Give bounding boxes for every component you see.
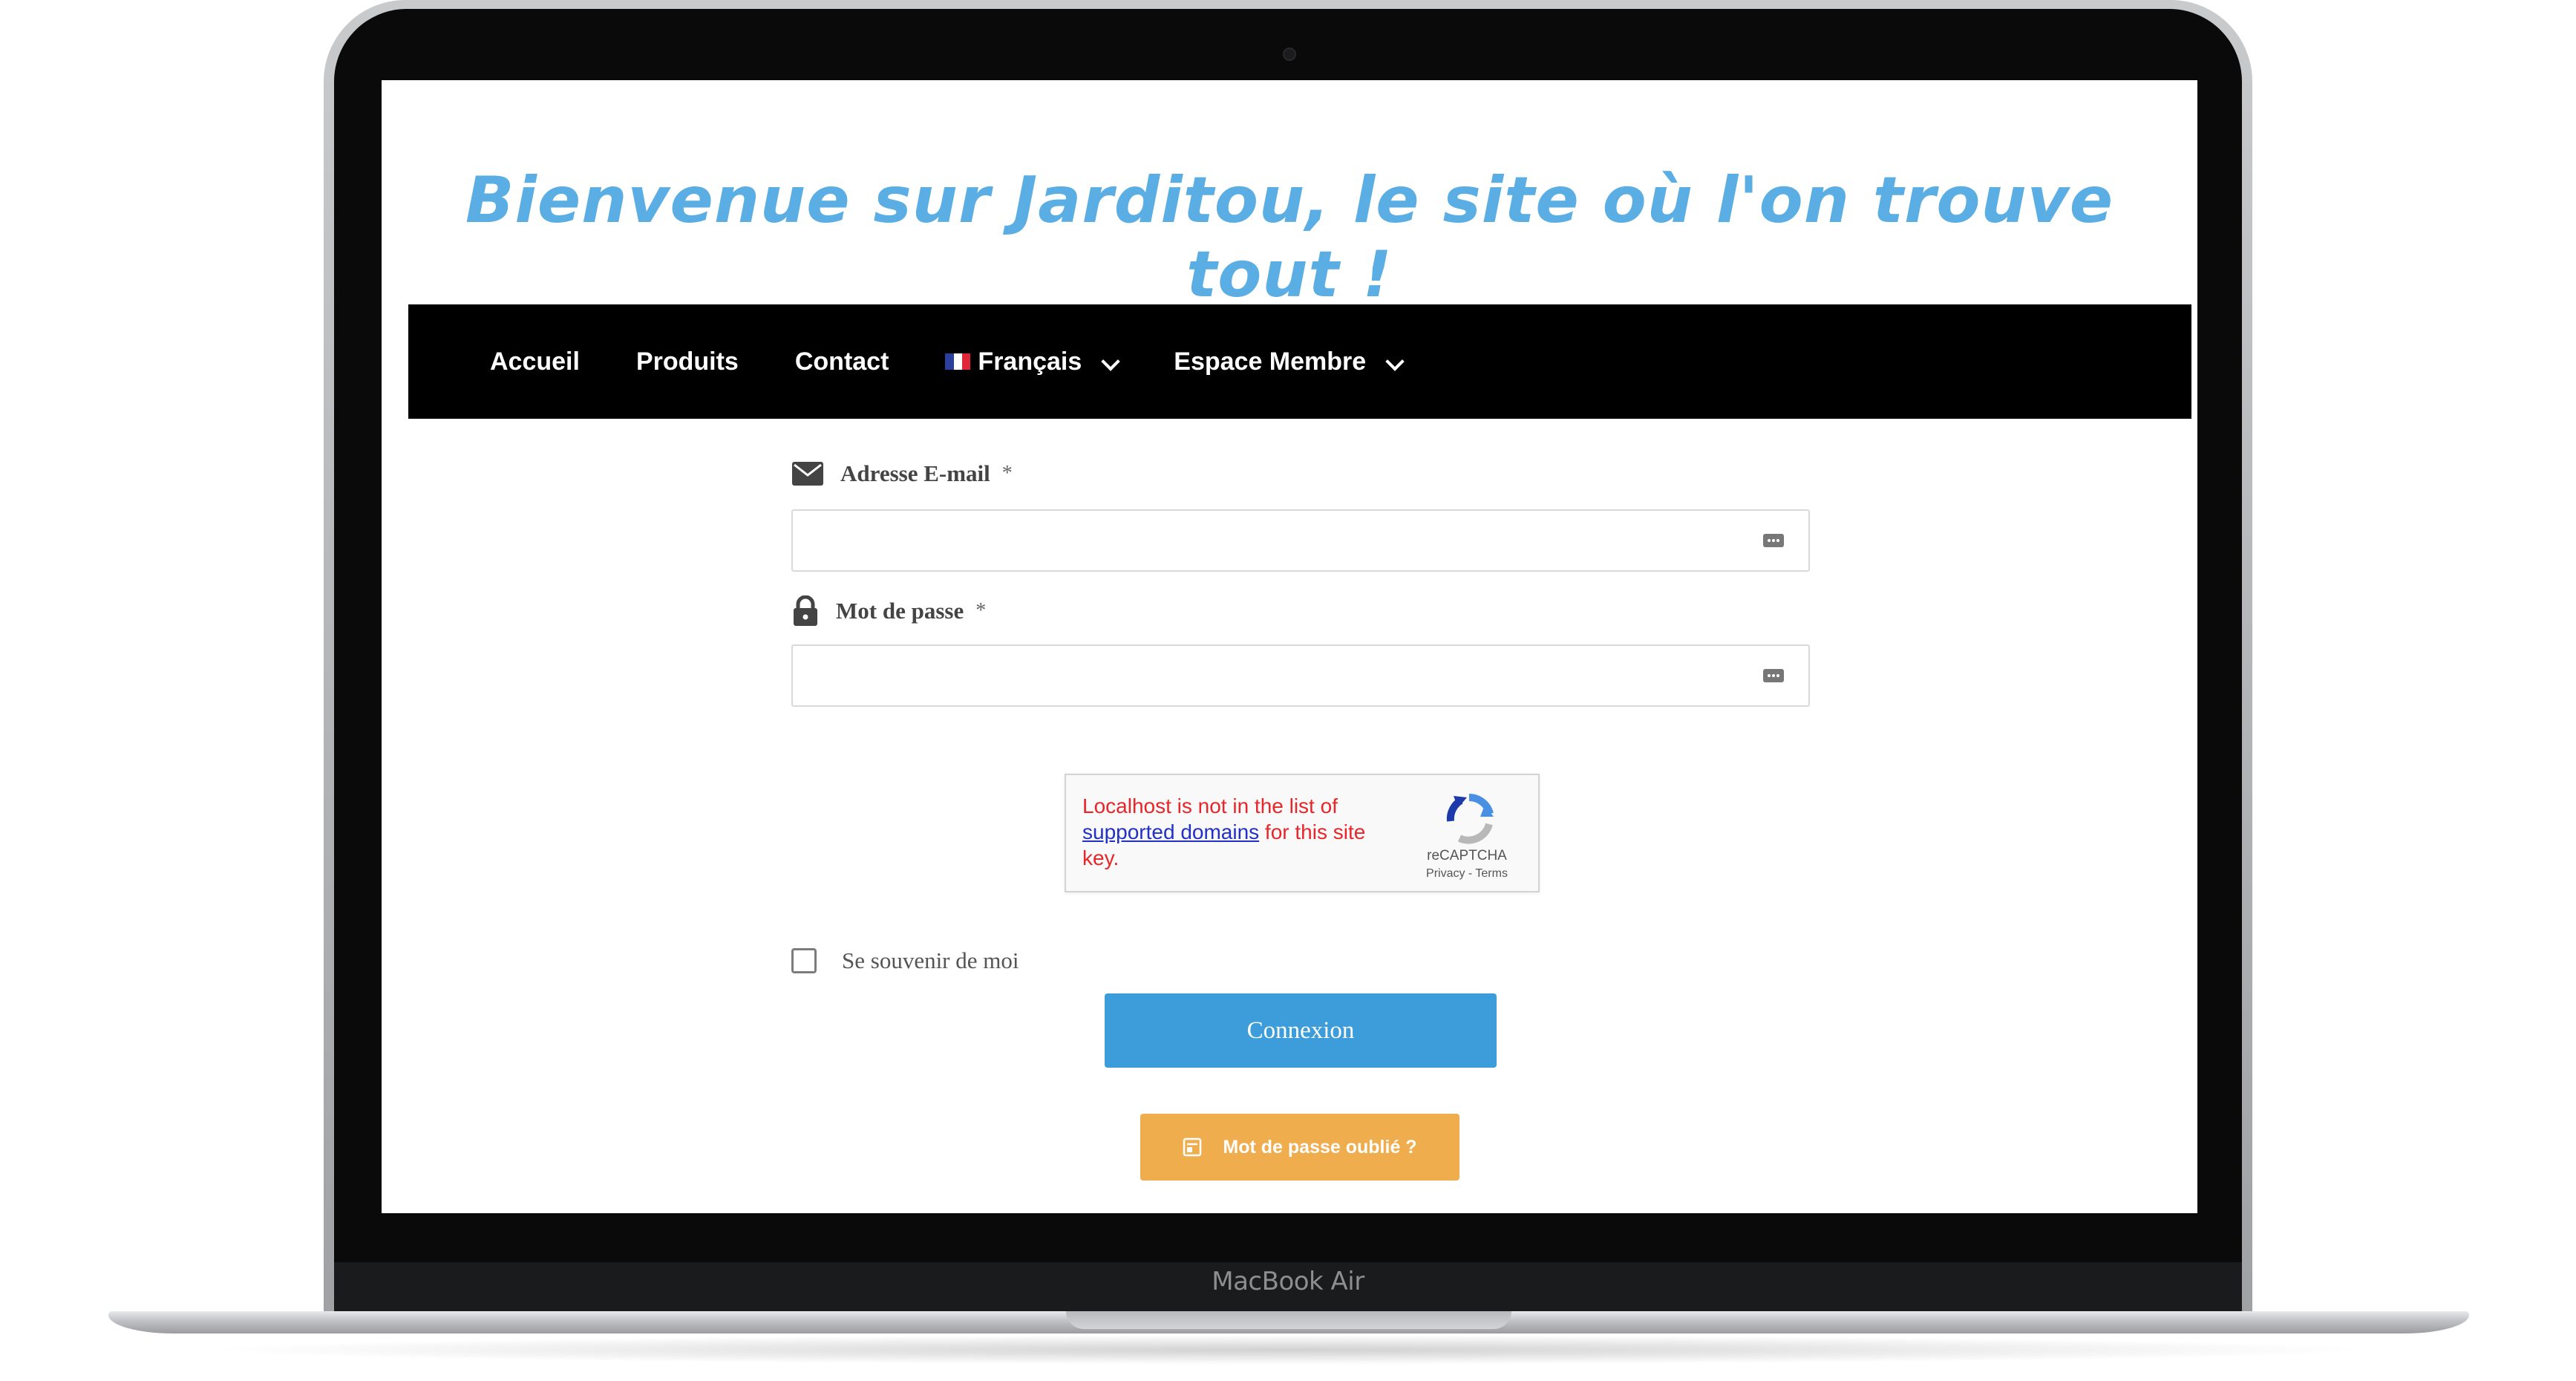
french-flag-icon [945, 353, 971, 370]
forgot-password-label: Mot de passe oublié ? [1223, 1136, 1417, 1158]
laptop-mockup: MacBook Air Bienvenue sur Jarditou, le s… [0, 0, 2576, 1381]
laptop-notch [1066, 1311, 1511, 1329]
nav-item-label: Espace Membre [1174, 347, 1367, 376]
recaptcha-error: Localhost is not in the list of supporte… [1082, 793, 1379, 871]
recaptcha-logo-icon [1446, 794, 1494, 844]
email-label-text: Adresse E-mail [840, 460, 990, 486]
forgot-password-button[interactable]: Mot de passe oublié ? [1140, 1114, 1459, 1181]
nav-item-label: Français [978, 347, 1082, 376]
remember-me-option[interactable]: Se souvenir de moi [791, 947, 1019, 974]
browser-viewport: Bienvenue sur Jarditou, le site où l'on … [382, 80, 2197, 1213]
email-field[interactable] [791, 509, 1810, 572]
remember-me-label: Se souvenir de moi [842, 947, 1019, 973]
email-input[interactable] [793, 511, 1808, 570]
site-title: Bienvenue sur Jarditou, le site où l'on … [465, 163, 2114, 312]
camera-icon [1283, 48, 1296, 61]
password-input[interactable] [793, 646, 1808, 705]
remember-me-checkbox[interactable] [791, 948, 817, 973]
nav-item-contact[interactable]: Contact [795, 347, 889, 376]
nav-item-language[interactable]: Français [945, 347, 1121, 376]
lock-icon [791, 595, 820, 627]
chevron-down-icon [1385, 352, 1405, 371]
required-marker: * [975, 599, 987, 622]
recaptcha-links: Privacy - Terms [1393, 867, 1541, 881]
password-label: Mot de passe * [791, 595, 986, 627]
main-navbar: Accueil Produits Contact Français Espace… [408, 304, 2191, 419]
password-manager-icon[interactable] [1762, 529, 1785, 552]
device-label: MacBook Air [1212, 1267, 1364, 1296]
privacy-link[interactable]: Privacy [1426, 867, 1465, 880]
password-manager-icon[interactable] [1762, 665, 1785, 687]
login-button[interactable]: Connexion [1105, 993, 1497, 1068]
recaptcha-widget: Localhost is not in the list of supporte… [1065, 774, 1540, 892]
laptop-shadow [193, 1335, 2383, 1365]
links-separator: - [1468, 867, 1473, 880]
nav-item-label: Accueil [490, 347, 580, 376]
chevron-down-icon [1101, 352, 1121, 371]
nav-item-label: Contact [794, 347, 889, 376]
email-label: Adresse E-mail * [791, 460, 1013, 487]
password-field[interactable] [791, 644, 1810, 707]
password-label-text: Mot de passe [836, 598, 964, 624]
nav-item-espace-membre[interactable]: Espace Membre [1174, 347, 1405, 376]
form-icon [1183, 1137, 1202, 1157]
required-marker: * [1001, 462, 1013, 485]
nav-item-label: Produits [635, 347, 739, 376]
terms-link[interactable]: Terms [1475, 867, 1508, 880]
supported-domains-link[interactable]: supported domains [1082, 820, 1259, 843]
nav-item-produits[interactable]: Produits [636, 347, 739, 376]
recaptcha-brand: reCAPTCHA [1427, 848, 1507, 863]
nav-item-accueil[interactable]: Accueil [490, 347, 580, 376]
recaptcha-error-prefix: Localhost is not in the list of [1082, 794, 1338, 817]
envelope-icon [791, 461, 824, 486]
